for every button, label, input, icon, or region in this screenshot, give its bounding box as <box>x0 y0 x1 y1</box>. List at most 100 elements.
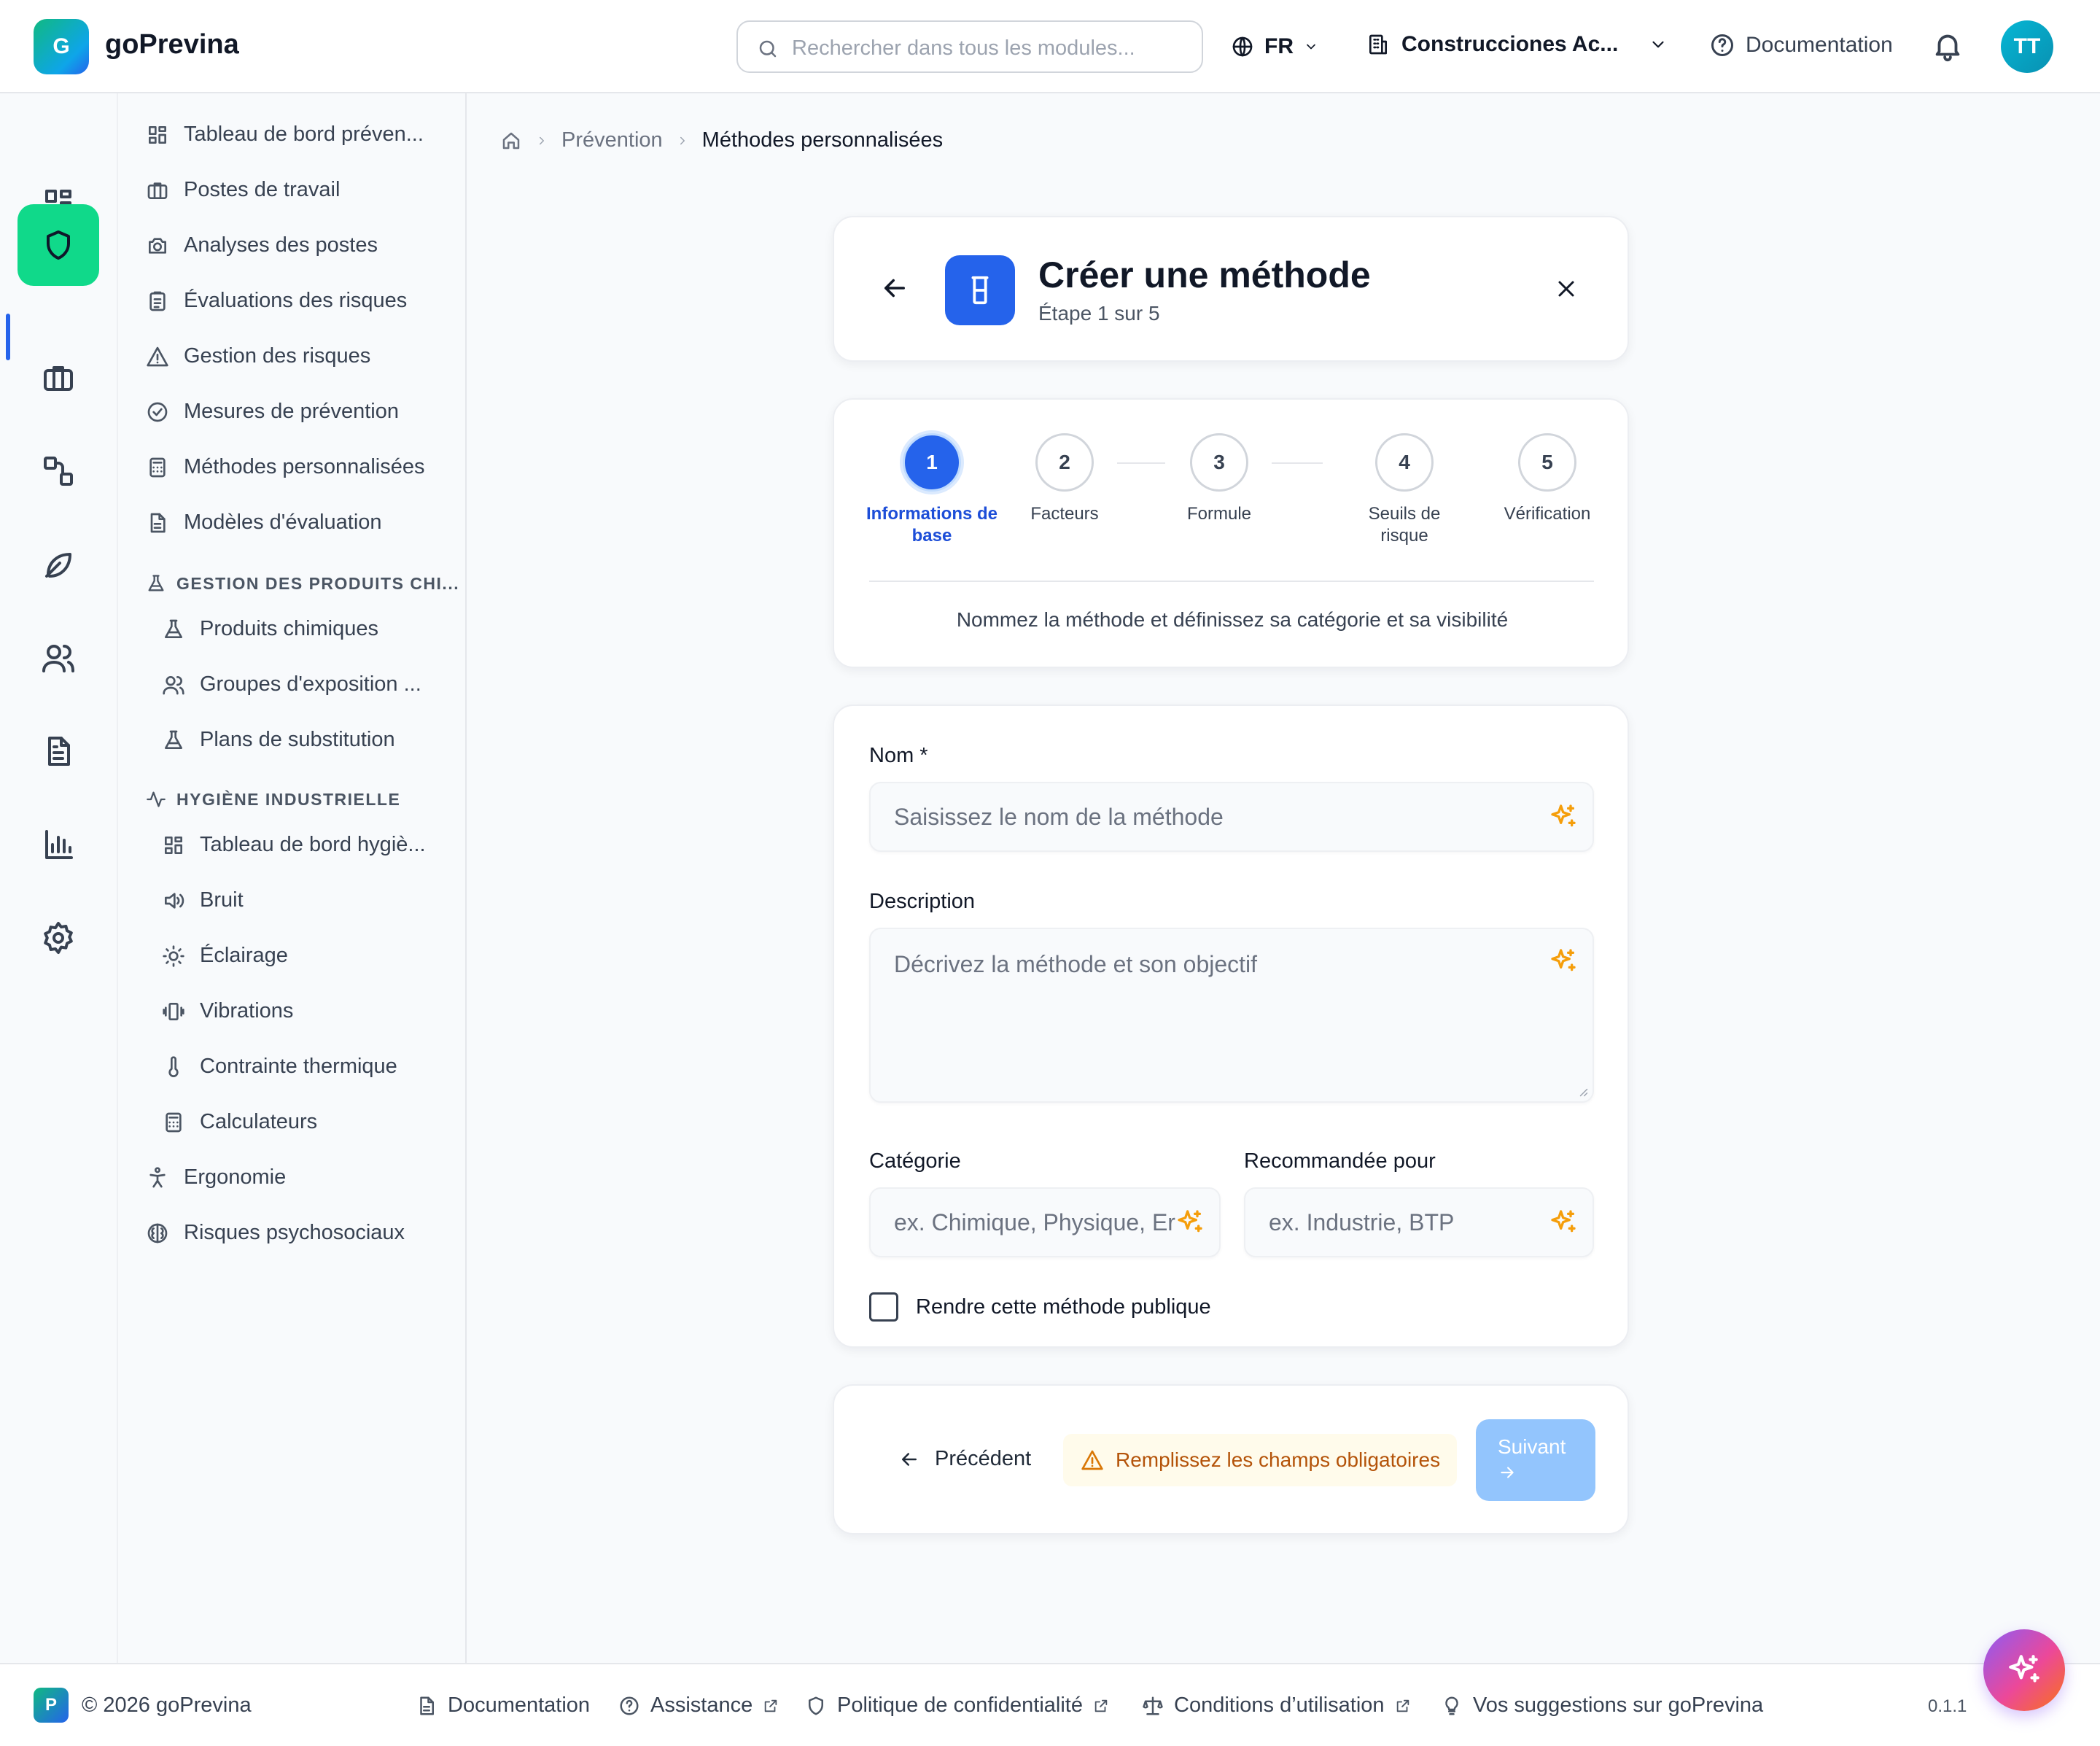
flask-icon <box>165 730 182 749</box>
sidebar-item-chemical-products[interactable]: Produits chimiques <box>162 617 378 641</box>
global-search-input[interactable]: Rechercher dans tous les modules... <box>736 20 1203 73</box>
sidebar-item-label: Méthodes personnalisées <box>184 455 425 478</box>
sidebar-section-label: HYGIÈNE INDUSTRIELLE <box>176 789 401 809</box>
sidebar-item-label: Modèles d'évaluation <box>184 511 382 534</box>
step-connector <box>1272 462 1323 464</box>
person-icon <box>149 1166 166 1187</box>
file-text-icon <box>420 1696 434 1715</box>
public-checkbox[interactable] <box>869 1292 898 1322</box>
users-icon <box>42 645 74 672</box>
step-4-circle[interactable]: 4 <box>1375 433 1434 492</box>
previous-button[interactable]: Précédent <box>898 1447 1031 1471</box>
documentation-link[interactable]: Documentation <box>1709 32 1893 58</box>
category-label: Catégorie <box>869 1149 961 1173</box>
sidebar-item-risk-evaluations[interactable]: Évaluations des risques <box>146 289 407 313</box>
sparkles-icon[interactable] <box>1175 1208 1205 1237</box>
app-name[interactable]: goPrevina <box>105 29 239 61</box>
rail-documents[interactable] <box>18 710 99 792</box>
footer-documentation-link[interactable]: Documentation <box>416 1693 590 1718</box>
sparkles-icon[interactable] <box>1549 802 1578 831</box>
recommended-input[interactable]: ex. Industrie, BTP <box>1244 1187 1594 1257</box>
resize-handle-icon[interactable] <box>1575 1084 1588 1097</box>
company-selector[interactable]: Construcciones Ac... <box>1366 32 1668 57</box>
footer-terms-link[interactable]: Conditions d’utilisation <box>1142 1693 1411 1718</box>
language-selector[interactable]: FR <box>1231 34 1318 60</box>
close-icon[interactable] <box>1553 276 1579 302</box>
footer-assistance-link[interactable]: Assistance <box>618 1693 779 1718</box>
footer-suggestions-link[interactable]: Vos suggestions sur goPrevina <box>1441 1693 1763 1718</box>
warning-text: Remplissez les champs obligatoires <box>1116 1448 1441 1471</box>
sun-icon <box>163 944 184 967</box>
search-icon <box>759 40 777 58</box>
public-checkbox-label[interactable]: Rendre cette méthode publique <box>916 1295 1211 1319</box>
rail-environment[interactable] <box>18 524 99 605</box>
category-input[interactable]: ex. Chimique, Physique, Er <box>869 1187 1221 1257</box>
step-5-circle[interactable]: 5 <box>1518 433 1576 492</box>
breadcrumb-section[interactable]: Prévention <box>561 128 663 152</box>
breadcrumb: Prévention Méthodes personnalisées <box>500 128 943 152</box>
step-2-circle[interactable]: 2 <box>1035 433 1094 492</box>
sparkles-icon[interactable] <box>1549 947 1578 976</box>
name-label: Nom * <box>869 744 928 767</box>
app-logo[interactable]: G <box>34 19 89 74</box>
footer-link-label: Documentation <box>448 1693 591 1717</box>
chevron-down-icon <box>1652 41 1664 48</box>
sidebar-item-label: Bruit <box>200 888 244 912</box>
next-button[interactable]: Suivant <box>1476 1419 1595 1501</box>
sidebar-item-workstations[interactable]: Postes de travail <box>146 178 340 202</box>
sidebar-item-label: Vibrations <box>200 999 294 1023</box>
sidebar-item-substitution-plans[interactable]: Plans de substitution <box>162 728 395 752</box>
sidebar-section-chemicals[interactable]: GESTION DES PRODUITS CHI... <box>146 573 459 594</box>
step-1-circle[interactable]: 1 <box>903 433 961 492</box>
bell-icon[interactable] <box>1931 29 1964 63</box>
sidebar-item-prevention-dashboard[interactable]: Tableau de bord préven... <box>146 123 424 147</box>
sidebar-nav: Tableau de bord préven... Postes de trav… <box>118 93 467 1663</box>
arrow-left-icon[interactable] <box>879 273 910 303</box>
sidebar-item-label: Contrainte thermique <box>200 1055 397 1078</box>
speaker-icon <box>165 892 184 909</box>
sidebar-item-calculators[interactable]: Calculateurs <box>162 1110 317 1134</box>
user-avatar[interactable]: TT <box>2001 20 2053 73</box>
calculator-icon <box>149 457 166 477</box>
sidebar-item-thermal-stress[interactable]: Contrainte thermique <box>162 1055 397 1079</box>
name-input[interactable]: Saisissez le nom de la méthode <box>869 782 1594 852</box>
footer-privacy-link[interactable]: Politique de confidentialité <box>805 1693 1109 1718</box>
gear-icon <box>44 922 73 954</box>
file-text-icon <box>150 513 166 532</box>
required-fields-warning: Remplissez les champs obligatoires <box>1063 1434 1457 1486</box>
sidebar-item-exposure-groups[interactable]: Groupes d'exposition ... <box>162 672 421 697</box>
rail-workstations[interactable] <box>18 337 99 419</box>
users-icon <box>163 675 184 694</box>
sidebar-item-hygiene-dashboard[interactable]: Tableau de bord hygiè... <box>162 833 426 857</box>
sidebar-item-custom-methods[interactable]: Méthodes personnalisées <box>146 455 424 479</box>
sidebar-item-ergonomics[interactable]: Ergonomie <box>146 1165 286 1190</box>
step-3-circle[interactable]: 3 <box>1190 433 1248 492</box>
next-label: Suivant <box>1498 1435 1566 1458</box>
footer-logo: P <box>34 1688 69 1723</box>
sparkles-icon <box>2009 1655 2039 1683</box>
home-icon[interactable] <box>500 130 522 152</box>
sidebar-section-hygiene[interactable]: HYGIÈNE INDUSTRIELLE <box>146 789 400 810</box>
sidebar-item-psychosocial-risks[interactable]: Risques psychosociaux <box>146 1221 405 1245</box>
description-textarea[interactable]: Décrivez la méthode et son objectif <box>869 928 1594 1103</box>
rail-settings[interactable] <box>18 897 99 979</box>
sidebar-item-vibrations[interactable]: Vibrations <box>162 999 293 1023</box>
sidebar-item-workstation-analyses[interactable]: Analyses des postes <box>146 233 378 257</box>
description-label: Description <box>869 890 976 913</box>
help-circle-icon <box>620 1696 639 1715</box>
ai-assistant-button[interactable] <box>1983 1629 2065 1711</box>
sidebar-item-evaluation-templates[interactable]: Modèles d'évaluation <box>146 511 382 535</box>
footer-copyright: © 2026 goPrevina <box>82 1693 252 1717</box>
lightbulb-icon <box>1445 1696 1458 1715</box>
shield-icon <box>47 230 70 260</box>
sidebar-item-prevention-measures[interactable]: Mesures de prévention <box>146 400 399 424</box>
sparkles-icon[interactable] <box>1549 1208 1578 1237</box>
rail-reports[interactable] <box>18 804 99 885</box>
sidebar-item-lighting[interactable]: Éclairage <box>162 944 288 968</box>
rail-people[interactable] <box>18 617 99 699</box>
sidebar-item-label: Tableau de bord hygiè... <box>200 833 426 856</box>
rail-processes[interactable] <box>18 430 99 512</box>
sidebar-item-noise[interactable]: Bruit <box>162 888 244 912</box>
sidebar-item-risk-management[interactable]: Gestion des risques <box>146 344 370 368</box>
rail-prevention[interactable] <box>18 204 99 286</box>
